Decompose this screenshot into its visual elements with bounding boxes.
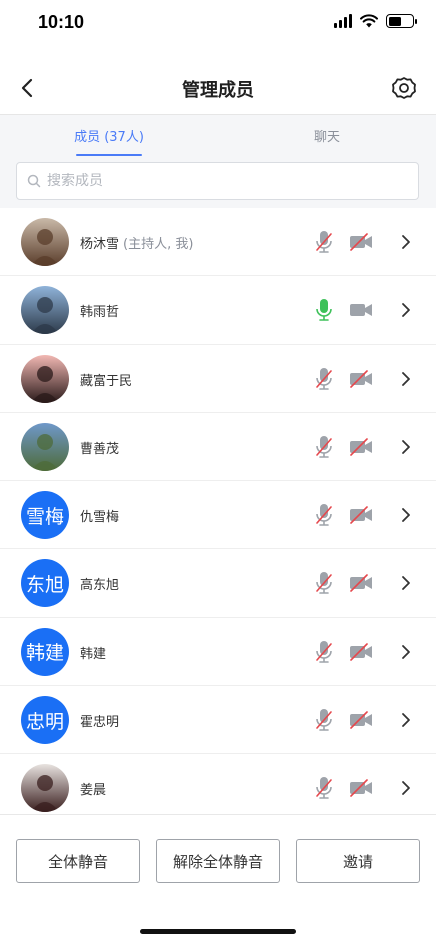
member-row[interactable]: 韩雨哲 [0, 276, 436, 345]
member-name: 藏富于民 [80, 370, 132, 389]
member-row[interactable]: 东旭 高东旭 [0, 549, 436, 618]
avatar [21, 422, 69, 471]
page-title: 管理成员 [182, 80, 254, 101]
camera-off-icon[interactable] [349, 369, 373, 388]
member-row[interactable]: 姜晨 [0, 754, 436, 814]
member-row[interactable]: 曹善茂 [0, 413, 436, 482]
avatar: 雪梅 [21, 491, 69, 540]
member-name: 霍忠明 [80, 711, 119, 730]
mute-all-button[interactable]: 全体静音 [16, 839, 140, 883]
search-icon [27, 174, 41, 188]
search-input[interactable] [47, 173, 347, 189]
avatar: 忠明 [21, 696, 69, 745]
tab-chat[interactable]: 聊天 [218, 115, 436, 156]
chevron-right-icon[interactable] [400, 439, 412, 455]
unmute-all-button[interactable]: 解除全体静音 [156, 839, 280, 883]
member-name: 杨沐雪 (主持人, 我) [80, 233, 193, 252]
avatar [21, 218, 69, 266]
mic-muted-icon[interactable] [314, 571, 334, 595]
chevron-right-icon[interactable] [400, 575, 412, 591]
microphone-icon[interactable] [314, 298, 334, 322]
member-list: 杨沐雪 (主持人, 我) 韩雨哲 藏富于民 曹善茂 雪梅 仇雪梅 东旭 高东旭 … [0, 208, 436, 814]
avatar [21, 286, 69, 335]
member-name-text: 高东旭 [80, 578, 120, 594]
member-name-text: 霍忠明 [80, 715, 120, 731]
member-role-tag: (主持人, 我) [123, 237, 194, 252]
chevron-right-icon[interactable] [400, 780, 412, 796]
camera-off-icon[interactable] [349, 642, 373, 661]
tab-members[interactable]: 成员 (37人) [0, 115, 218, 156]
avatar: 韩建 [21, 627, 69, 676]
camera-off-icon[interactable] [349, 438, 373, 456]
search-section [0, 156, 436, 212]
member-name-text: 姜晨 [80, 783, 107, 799]
member-name-text: 曹善茂 [80, 441, 120, 457]
member-name-text: 韩雨哲 [80, 305, 120, 321]
gear-icon[interactable] [390, 74, 418, 102]
navigation-bar: 管理成员 [0, 62, 436, 114]
mic-muted-icon[interactable] [314, 503, 334, 527]
member-name-text: 杨沐雪 [80, 237, 120, 252]
member-name-text: 藏富于民 [80, 373, 133, 389]
camera-off-icon[interactable] [349, 779, 373, 798]
member-name-text: 仇雪梅 [80, 510, 120, 526]
camera-off-icon[interactable] [349, 506, 373, 524]
member-row[interactable]: 韩建 韩建 [0, 618, 436, 687]
cellular-signal-icon [334, 14, 352, 28]
chevron-right-icon[interactable] [400, 644, 412, 660]
member-name: 韩雨哲 [80, 301, 119, 320]
member-name: 姜晨 [80, 779, 106, 798]
avatar [21, 764, 69, 813]
status-time: 10:10 [38, 12, 85, 32]
camera-off-icon[interactable] [349, 233, 373, 251]
member-row[interactable]: 杨沐雪 (主持人, 我) [0, 208, 436, 277]
mic-muted-icon[interactable] [314, 435, 334, 459]
status-bar: 10:10 [0, 0, 436, 50]
chevron-right-icon[interactable] [400, 371, 412, 387]
member-name: 高东旭 [80, 574, 119, 593]
mic-muted-icon[interactable] [314, 640, 334, 664]
member-name: 仇雪梅 [80, 506, 119, 525]
battery-level [388, 16, 402, 26]
chevron-right-icon[interactable] [400, 712, 412, 728]
battery-icon [386, 14, 417, 28]
chevron-right-icon[interactable] [400, 507, 412, 523]
chevron-right-icon[interactable] [400, 302, 412, 318]
video-camera-icon[interactable] [349, 301, 373, 319]
mic-muted-icon[interactable] [314, 367, 334, 391]
member-row[interactable]: 雪梅 仇雪梅 [0, 481, 436, 550]
invite-button[interactable]: 邀请 [296, 839, 420, 883]
member-name-text: 韩建 [80, 646, 107, 662]
avatar: 东旭 [21, 559, 69, 608]
status-icons [334, 14, 417, 28]
member-name: 曹善茂 [80, 438, 119, 457]
camera-off-icon[interactable] [349, 574, 373, 593]
member-row[interactable]: 忠明 霍忠明 [0, 686, 436, 755]
mic-muted-icon[interactable] [314, 230, 334, 254]
mic-muted-icon[interactable] [314, 708, 334, 732]
wifi-icon [360, 14, 378, 28]
mic-muted-icon[interactable] [314, 776, 334, 800]
camera-off-icon[interactable] [349, 711, 373, 729]
home-indicator [140, 929, 296, 934]
tab-bar: 成员 (37人) 聊天 [0, 114, 436, 156]
search-box[interactable] [16, 162, 419, 200]
bottom-action-bar: 全体静音 解除全体静音 邀请 [0, 814, 436, 943]
chevron-right-icon[interactable] [400, 234, 412, 250]
member-name: 韩建 [80, 643, 106, 662]
member-row[interactable]: 藏富于民 [0, 345, 436, 413]
avatar [21, 354, 69, 403]
